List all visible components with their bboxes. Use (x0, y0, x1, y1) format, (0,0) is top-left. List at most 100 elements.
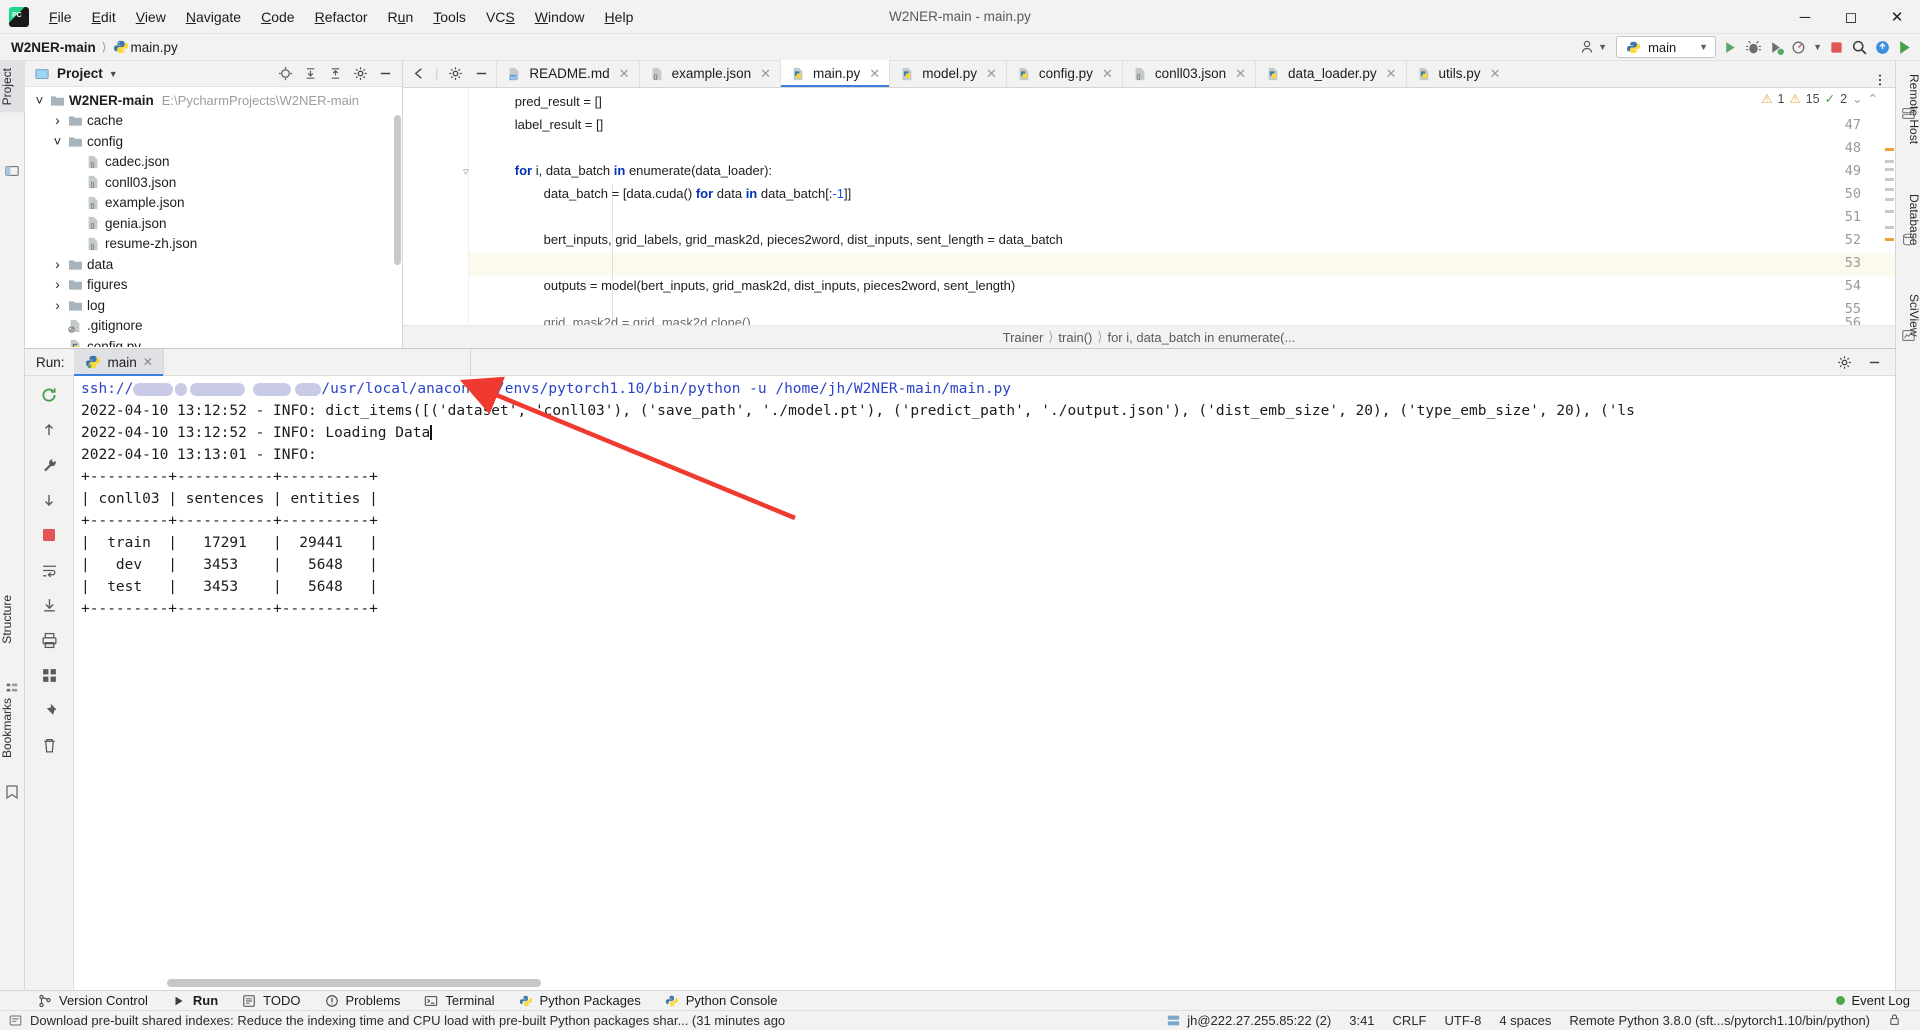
code-editor[interactable]: 46 47 48 49 50 51 52 53 54 55 56 ▿ pred_… (403, 88, 1895, 325)
scroll-up-icon[interactable] (38, 419, 60, 441)
chevron-down-icon-2[interactable]: ▼ (1813, 42, 1822, 52)
editor-marker[interactable] (1885, 178, 1894, 181)
hide-panel-icon[interactable] (1865, 353, 1883, 371)
close-icon[interactable]: ✕ (869, 66, 880, 82)
ide-assistant-icon[interactable] (1896, 38, 1914, 56)
status-interpreter[interactable]: Remote Python 3.8.0 (sft...s/pytorch1.10… (1560, 1013, 1879, 1028)
breadcrumb-project[interactable]: W2NER-main (11, 40, 96, 55)
menu-navigate[interactable]: Navigate (176, 5, 251, 29)
console-horizontal-scrollbar[interactable] (167, 979, 541, 987)
tree-item-config[interactable]: ˅ config (25, 131, 402, 152)
locate-icon[interactable] (276, 65, 294, 83)
close-icon[interactable]: ✕ (1490, 66, 1501, 82)
more-tabs-icon[interactable] (1865, 73, 1895, 87)
close-icon[interactable]: ✕ (1102, 66, 1113, 82)
breadcrumb-train[interactable]: train() (1058, 330, 1092, 345)
tab-model-py[interactable]: model.py ✕ (889, 60, 1006, 87)
project-tree-scrollbar[interactable] (394, 115, 401, 265)
tab-example-json[interactable]: {} example.json ✕ (638, 60, 780, 87)
tree-item-config-py[interactable]: config.py (25, 336, 402, 347)
run-tab-main[interactable]: main ✕ (73, 348, 164, 376)
tree-item-cadec-json[interactable]: {} cadec.json (25, 152, 402, 173)
chevron-right-icon[interactable]: › (49, 298, 66, 313)
grid-icon[interactable] (38, 664, 60, 686)
stop-icon[interactable] (1827, 38, 1845, 56)
tree-item-figures[interactable]: › figures (25, 275, 402, 296)
chevron-down-icon[interactable]: ⌄ (1852, 91, 1862, 106)
tab-data-loader-py[interactable]: data_loader.py ✕ (1255, 60, 1405, 87)
tree-item-root[interactable]: ˅ W2NER-main E:\PycharmProjects\W2NER-ma… (25, 90, 402, 111)
tree-item-resume-zh-json[interactable]: {} resume-zh.json (25, 234, 402, 255)
menu-code[interactable]: Code (251, 5, 304, 29)
hide-panel-icon[interactable] (472, 65, 490, 83)
breadcrumb-trainer[interactable]: Trainer (1003, 330, 1044, 345)
tree-item-conll03-json[interactable]: {} conll03.json (25, 172, 402, 193)
lock-icon[interactable] (1879, 1013, 1910, 1029)
breadcrumb-for-loop[interactable]: for i, data_batch in enumerate(... (1107, 330, 1295, 345)
breadcrumb-file[interactable]: main.py (130, 40, 177, 55)
tree-item-example-json[interactable]: {} example.json (25, 193, 402, 214)
bottom-item-todo[interactable]: TODO (229, 991, 311, 1011)
editor-marker[interactable] (1885, 198, 1894, 201)
updates-icon[interactable] (1873, 38, 1891, 56)
user-switch-icon[interactable]: ▼ (1576, 39, 1611, 55)
editor-marker[interactable] (1885, 148, 1894, 151)
search-icon[interactable] (1850, 38, 1868, 56)
wrench-icon[interactable] (38, 454, 60, 476)
bottom-item-terminal[interactable]: Terminal (411, 991, 505, 1011)
settings-icon[interactable] (351, 65, 369, 83)
editor-marker[interactable] (1885, 160, 1894, 163)
menu-refactor[interactable]: Refactor (305, 5, 378, 29)
bottom-item-python-packages[interactable]: Python Packages (506, 991, 652, 1011)
menu-view[interactable]: View (126, 5, 176, 29)
chevron-down-icon[interactable]: ▼ (109, 69, 118, 79)
pin-icon[interactable] (38, 699, 60, 721)
tab-main-py[interactable]: main.py ✕ (780, 60, 890, 87)
close-icon[interactable]: ✕ (760, 66, 771, 82)
tree-item-gitignore[interactable]: .gitignore (25, 316, 402, 337)
tab-utils-py[interactable]: utils.py ✕ (1405, 60, 1510, 87)
hide-panel-icon[interactable] (376, 65, 394, 83)
chevron-down-icon[interactable]: ˅ (49, 134, 66, 149)
tab-conll03-json[interactable]: {} conll03.json ✕ (1121, 60, 1255, 87)
tree-item-cache[interactable]: › cache (25, 111, 402, 132)
menu-file[interactable]: File (39, 5, 82, 29)
expand-all-icon[interactable] (301, 65, 319, 83)
fold-marker-icon[interactable]: ▿ (463, 165, 469, 178)
sidebar-item-structure[interactable]: Structure (0, 588, 25, 651)
status-encoding[interactable]: UTF-8 (1436, 1013, 1491, 1028)
close-icon[interactable]: ✕ (1874, 0, 1920, 34)
close-icon[interactable]: ✕ (1386, 66, 1397, 82)
status-caret-position[interactable]: 3:41 (1340, 1013, 1383, 1028)
chevron-right-icon[interactable]: › (49, 257, 66, 272)
console-line-ssh[interactable]: ssh:// /usr/local/anaconda3/envs/pytorch1… (81, 378, 1011, 401)
scroll-down-icon[interactable] (38, 489, 60, 511)
editor-marker[interactable] (1885, 210, 1894, 213)
menu-help[interactable]: Help (595, 5, 644, 29)
run-console-output[interactable]: ssh:// /usr/local/anaconda3/envs/pytorch1… (74, 376, 1895, 990)
tree-item-genia-json[interactable]: {} genia.json (25, 213, 402, 234)
menu-window[interactable]: Window (525, 5, 595, 29)
sidebar-item-project[interactable]: Project (0, 61, 25, 113)
back-icon[interactable] (409, 65, 427, 83)
close-icon[interactable]: ✕ (619, 66, 630, 82)
editor-marker[interactable] (1885, 188, 1894, 191)
close-icon[interactable]: ✕ (1235, 66, 1246, 82)
menu-edit[interactable]: Edit (82, 5, 126, 29)
bottom-item-version-control[interactable]: Version Control (25, 991, 159, 1011)
menu-vcs[interactable]: VCS (476, 5, 525, 29)
collapse-all-icon[interactable] (326, 65, 344, 83)
maximize-icon[interactable]: ◻ (1828, 0, 1874, 34)
status-line-separator[interactable]: CRLF (1384, 1013, 1436, 1028)
profile-icon[interactable] (1790, 38, 1808, 56)
close-icon[interactable]: ✕ (986, 66, 997, 82)
rerun-icon[interactable] (38, 384, 60, 406)
run-configuration-selector[interactable]: main ▼ (1616, 36, 1717, 58)
tab-readme-md[interactable]: MD README.md ✕ (496, 60, 638, 87)
editor-marker[interactable] (1885, 168, 1894, 171)
bottom-item-python-console[interactable]: Python Console (652, 991, 789, 1011)
stop-icon[interactable] (38, 524, 60, 546)
scroll-to-end-icon[interactable] (38, 594, 60, 616)
chevron-right-icon[interactable]: › (49, 113, 66, 128)
tree-item-data[interactable]: › data (25, 254, 402, 275)
